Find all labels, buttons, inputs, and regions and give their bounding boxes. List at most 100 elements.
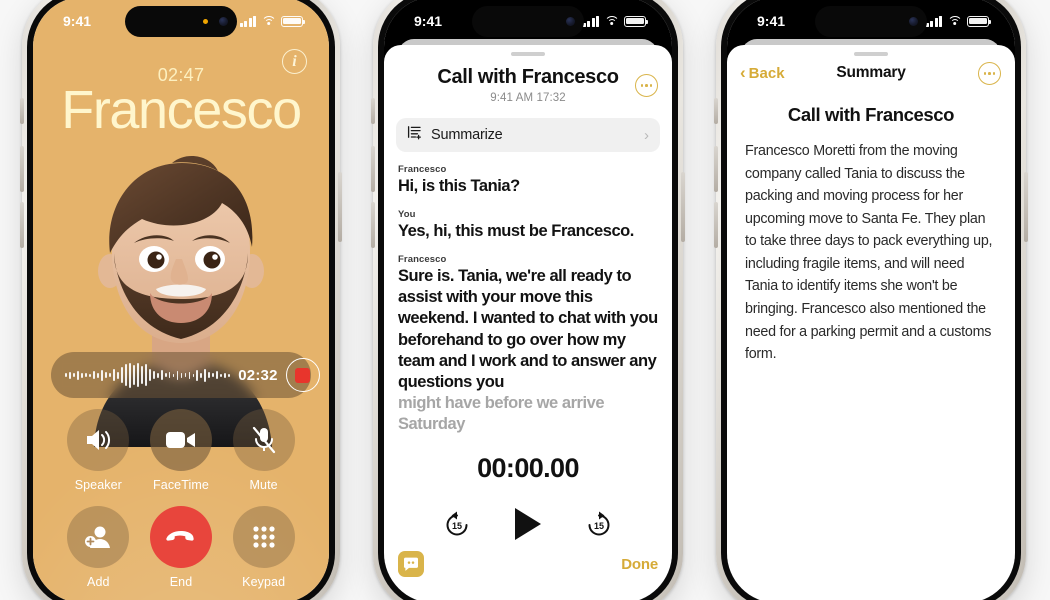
speaker-name: You — [398, 209, 416, 221]
volume-down-button[interactable] — [371, 202, 375, 248]
control-label: Add — [87, 575, 110, 589]
control-end-call[interactable]: End — [140, 506, 223, 589]
player-controls: 15 15 — [384, 506, 672, 542]
back-button[interactable]: ‹ Back — [740, 63, 785, 82]
battery-icon — [967, 15, 992, 27]
control-speaker[interactable]: Speaker — [57, 409, 140, 492]
transcript-bubble-icon[interactable] — [398, 551, 424, 577]
end-call-icon — [149, 506, 212, 568]
svg-text:15: 15 — [452, 521, 462, 531]
call-recording-pill[interactable]: 02:32 — [51, 352, 320, 398]
transcript-text-partial: might have before we arrive Saturday — [398, 393, 605, 433]
summary-heading: Call with Francesco — [787, 104, 955, 125]
chevron-right-icon: › — [644, 126, 649, 144]
power-button[interactable] — [681, 172, 685, 242]
transcript-text: Yes, hi, this must be Francesco. — [398, 222, 634, 241]
summarize-button[interactable]: Summarize › — [396, 118, 660, 152]
control-label: End — [169, 575, 193, 589]
status-time: 9:41 — [414, 13, 443, 29]
power-button[interactable] — [1024, 172, 1028, 242]
dynamic-island[interactable] — [815, 6, 927, 37]
speaker-icon — [67, 409, 130, 471]
phone-screen: 9:41 i 02:47 Francesco 02:32 Speaker Fac… — [33, 0, 329, 600]
battery-icon — [624, 15, 649, 27]
status-indicators — [582, 15, 649, 27]
wifi-icon — [261, 15, 276, 27]
back-label: Back — [748, 64, 785, 82]
playback-time: 00:00.00 — [477, 453, 579, 483]
add-person-icon — [67, 506, 130, 568]
silence-switch[interactable] — [20, 98, 24, 124]
more-options-icon[interactable] — [978, 62, 1001, 85]
phone-frame: 9:41 i 02:47 Francesco 02:32 Speaker Fac… — [20, 0, 342, 600]
memoji-avatar — [76, 147, 286, 447]
svg-text:15: 15 — [594, 521, 604, 531]
status-indicators — [925, 15, 992, 27]
video-camera-icon — [149, 409, 212, 471]
cellular-bars-icon — [239, 15, 256, 27]
sheet-header: Call with Francesco 9:41 AM 17:32 — [384, 56, 672, 106]
phone-2-recording-sheet: 9:41 Call with Francesco 9:41 AM 17:32 S… — [371, 0, 685, 600]
front-camera-icon — [566, 17, 575, 26]
volume-up-button[interactable] — [714, 146, 718, 192]
dynamic-island[interactable] — [472, 6, 584, 37]
status-indicators — [239, 15, 306, 27]
silence-switch[interactable] — [371, 98, 375, 124]
call-controls-grid: Speaker FaceTime Mute Add End Keypad — [33, 409, 329, 589]
skip-back-15-icon[interactable]: 15 — [442, 509, 472, 539]
summary-sheet: ‹ Back Summary Call with Francesco Franc… — [727, 45, 1015, 600]
phone-frame: 9:41 Call with Francesco 9:41 AM 17:32 S… — [371, 0, 685, 600]
volume-up-button[interactable] — [371, 146, 375, 192]
cellular-bars-icon — [925, 15, 942, 27]
phone-bezel: 9:41 Call with Francesco 9:41 AM 17:32 S… — [378, 0, 678, 600]
navigation-bar: ‹ Back Summary — [727, 56, 1015, 90]
speaker-name: Francesco — [398, 164, 447, 175]
done-button[interactable]: Done — [621, 556, 658, 573]
control-label: Mute — [249, 478, 278, 492]
silence-switch[interactable] — [714, 98, 718, 124]
summarize-icon — [407, 125, 422, 145]
phone-frame: 9:41 ‹ Back Summary Call with Francesco … — [714, 0, 1028, 600]
control-add[interactable]: Add — [57, 506, 140, 589]
audio-waveform — [65, 362, 231, 388]
screenshot-stage: 9:41 i 02:47 Francesco 02:32 Speaker Fac… — [0, 0, 1050, 600]
skip-forward-15-icon[interactable]: 15 — [584, 509, 614, 539]
phone-bezel: 9:41 ‹ Back Summary Call with Francesco … — [721, 0, 1021, 600]
volume-down-button[interactable] — [20, 202, 24, 248]
power-button[interactable] — [338, 172, 342, 242]
control-mute[interactable]: Mute — [222, 409, 305, 492]
phone-3-summary: 9:41 ‹ Back Summary Call with Francesco … — [714, 0, 1028, 600]
control-label: Keypad — [242, 575, 286, 589]
transcript-entry: Francesco Sure is. Tania, we're all read… — [398, 254, 658, 435]
caller-name: Francesco — [61, 80, 302, 140]
volume-up-button[interactable] — [20, 146, 24, 192]
status-time: 9:41 — [757, 13, 786, 29]
sheet-footer: Done — [384, 551, 672, 577]
control-keypad[interactable]: Keypad — [222, 506, 305, 589]
summarize-label: Summarize — [431, 127, 503, 143]
summary-body: Francesco Moretti from the moving compan… — [745, 143, 993, 363]
play-icon[interactable] — [512, 506, 544, 542]
battery-icon — [281, 15, 306, 27]
cellular-bars-icon — [582, 15, 599, 27]
transcript-text: Sure is. Tania, we're all ready to assis… — [398, 267, 658, 391]
control-label: FaceTime — [153, 478, 209, 492]
front-camera-icon — [909, 17, 918, 26]
phone-bezel: 9:41 i 02:47 Francesco 02:32 Speaker Fac… — [27, 0, 335, 600]
info-icon[interactable]: i — [282, 49, 307, 74]
more-options-icon[interactable] — [635, 74, 658, 97]
control-label: Speaker — [74, 478, 122, 492]
phone-screen: 9:41 ‹ Back Summary Call with Francesco … — [727, 0, 1015, 600]
page-title: Call with Francesco — [437, 66, 619, 88]
volume-down-button[interactable] — [714, 202, 718, 248]
phone-1-in-call: 9:41 i 02:47 Francesco 02:32 Speaker Fac… — [20, 0, 342, 600]
status-time: 9:41 — [63, 13, 92, 29]
dynamic-island[interactable] — [125, 6, 237, 37]
chevron-left-icon: ‹ — [740, 63, 746, 82]
mic-indicator-icon — [203, 19, 208, 24]
control-facetime[interactable]: FaceTime — [140, 409, 223, 492]
stop-record-icon[interactable] — [285, 358, 320, 392]
transcript-list: Francesco Hi, is this Tania? You Yes, hi… — [384, 152, 672, 435]
call-meta: 9:41 AM 17:32 — [490, 92, 566, 104]
keypad-icon — [232, 506, 295, 568]
